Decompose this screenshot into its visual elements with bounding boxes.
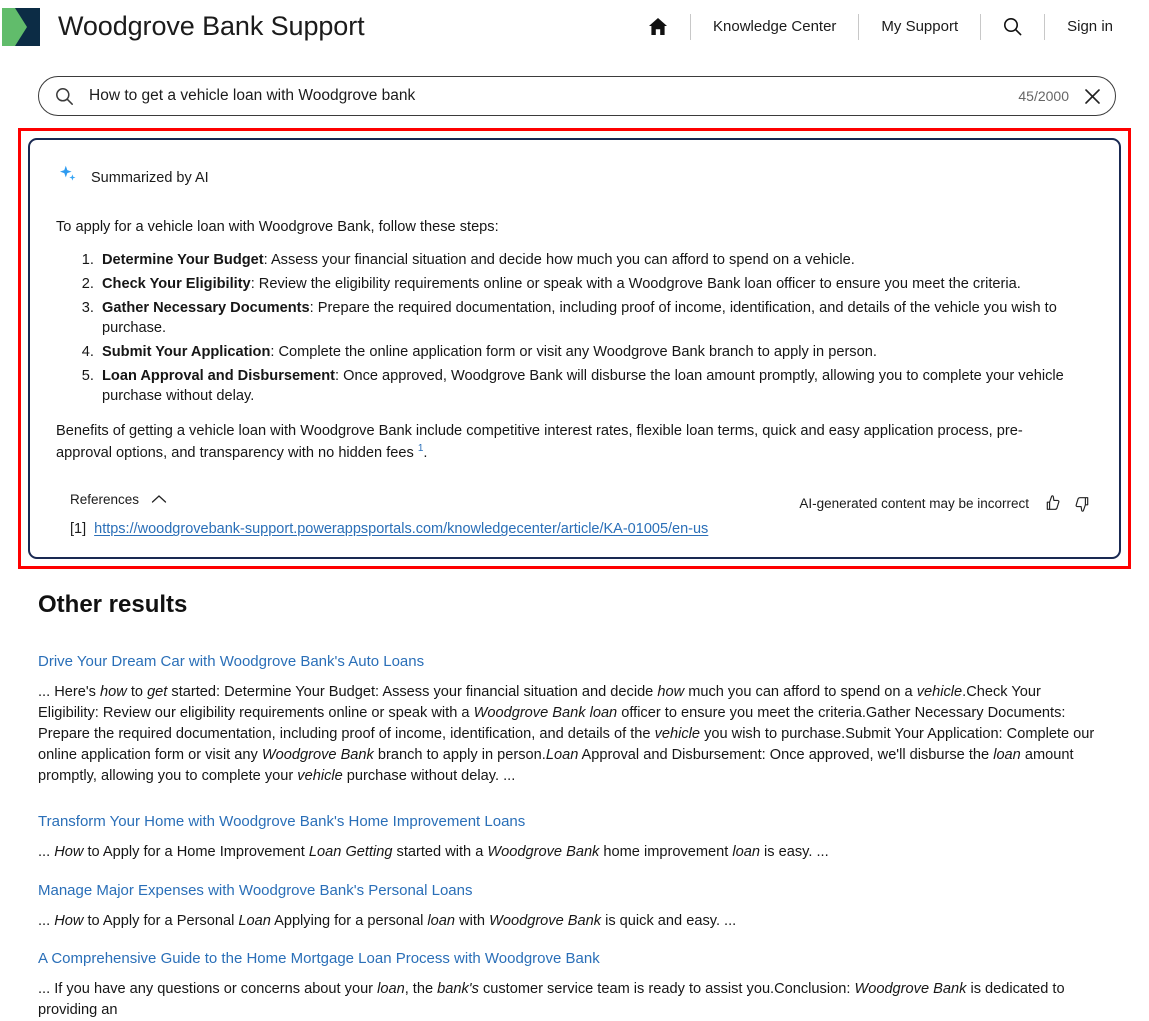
reference-marker: [1] (70, 521, 86, 537)
ai-summary-intro: To apply for a vehicle loan with Woodgro… (56, 217, 1093, 238)
other-results-section: Other results Drive Your Dream Car with … (0, 591, 1149, 1021)
ai-summary-steps: Determine Your Budget: Assess your finan… (56, 250, 1093, 407)
ai-summary-badge-label: Summarized by AI (91, 170, 209, 186)
woodgrove-chevron-logo-icon (2, 8, 40, 46)
search-character-counter: 45/2000 (1018, 88, 1083, 104)
spacer (38, 931, 1113, 950)
other-results-heading: Other results (38, 591, 1113, 619)
spacer (38, 619, 1113, 653)
close-icon[interactable] (1083, 87, 1101, 105)
result-snippet: ... If you have any questions or concern… (38, 979, 1102, 1021)
list-item: Gather Necessary Documents: Prepare the … (98, 298, 1093, 339)
ai-summary-footer: References [1] https://woodgrovebank-sup… (56, 492, 1093, 537)
list-item: Submit Your Application: Complete the on… (98, 342, 1093, 363)
result-snippet: ... Here's how to get started: Determine… (38, 682, 1102, 786)
step-term: Submit Your Application (102, 344, 270, 360)
step-term: Determine Your Budget (102, 252, 264, 268)
search-icon (55, 87, 74, 106)
search-box[interactable]: 45/2000 (38, 76, 1116, 116)
home-icon[interactable] (626, 12, 690, 42)
ai-feedback-controls: AI-generated content may be incorrect (799, 492, 1093, 513)
step-term: Check Your Eligibility (102, 276, 251, 292)
header-nav: Knowledge Center My Support Sign in (626, 0, 1149, 53)
step-term: Loan Approval and Disbursement (102, 368, 335, 384)
page-root: Woodgrove Bank Support Knowledge Center … (0, 0, 1149, 1021)
sparkle-ai-icon (58, 165, 80, 190)
result-item: Drive Your Dream Car with Woodgrove Bank… (38, 653, 1113, 786)
list-item: Loan Approval and Disbursement: Once app… (98, 366, 1093, 407)
result-title-link[interactable]: Drive Your Dream Car with Woodgrove Bank… (38, 653, 424, 670)
spacer (38, 863, 1113, 882)
references-label: References (70, 492, 139, 507)
ai-summary-benefits: Benefits of getting a vehicle loan with … (56, 421, 1056, 464)
nav-item-knowledge-center[interactable]: Knowledge Center (691, 12, 858, 42)
step-term: Gather Necessary Documents (102, 300, 310, 316)
benefits-text: Benefits of getting a vehicle loan with … (56, 423, 1023, 461)
step-text: : Assess your financial situation and de… (264, 252, 855, 268)
result-item: Manage Major Expenses with Woodgrove Ban… (38, 882, 1113, 932)
sign-in-button[interactable]: Sign in (1045, 12, 1135, 42)
nav-item-my-support[interactable]: My Support (859, 12, 980, 42)
spacer (38, 787, 1113, 813)
step-text: : Complete the online application form o… (270, 344, 877, 360)
ai-summary-badge: Summarized by AI (58, 165, 1093, 190)
ai-summary-card: Summarized by AI To apply for a vehicle … (28, 138, 1121, 559)
result-snippet: ... How to Apply for a Personal Loan App… (38, 911, 1102, 932)
chevron-up-icon (151, 492, 167, 507)
thumbs-up-icon[interactable] (1042, 494, 1061, 513)
result-title-link[interactable]: Manage Major Expenses with Woodgrove Ban… (38, 882, 473, 899)
search-icon[interactable] (981, 12, 1044, 42)
result-title-link[interactable]: A Comprehensive Guide to the Home Mortga… (38, 950, 600, 967)
result-snippet: ... How to Apply for a Home Improvement … (38, 842, 1102, 863)
thumbs-down-icon[interactable] (1074, 494, 1093, 513)
site-header: Woodgrove Bank Support Knowledge Center … (0, 0, 1149, 53)
search-section: 45/2000 (0, 53, 1149, 116)
page-title: Woodgrove Bank Support (58, 13, 365, 40)
references-block: References [1] https://woodgrovebank-sup… (56, 492, 799, 537)
ai-summary-highlight-box: Summarized by AI To apply for a vehicle … (18, 128, 1131, 569)
step-text: : Review the eligibility requirements on… (251, 276, 1021, 292)
search-input[interactable] (74, 86, 1018, 106)
citation-marker[interactable]: 1 (418, 443, 424, 454)
list-item: Check Your Eligibility: Review the eligi… (98, 274, 1093, 295)
list-item: Determine Your Budget: Assess your finan… (98, 250, 1093, 271)
result-item: Transform Your Home with Woodgrove Bank'… (38, 813, 1113, 863)
reference-link[interactable]: https://woodgrovebank-support.powerappsp… (94, 521, 708, 537)
reference-item: [1] https://woodgrovebank-support.powera… (56, 521, 799, 537)
brand[interactable]: Woodgrove Bank Support (0, 8, 365, 46)
ai-disclaimer-text: AI-generated content may be incorrect (799, 496, 1029, 511)
result-item: A Comprehensive Guide to the Home Mortga… (38, 950, 1113, 1021)
result-title-link[interactable]: Transform Your Home with Woodgrove Bank'… (38, 813, 525, 830)
references-toggle[interactable]: References (56, 492, 167, 507)
